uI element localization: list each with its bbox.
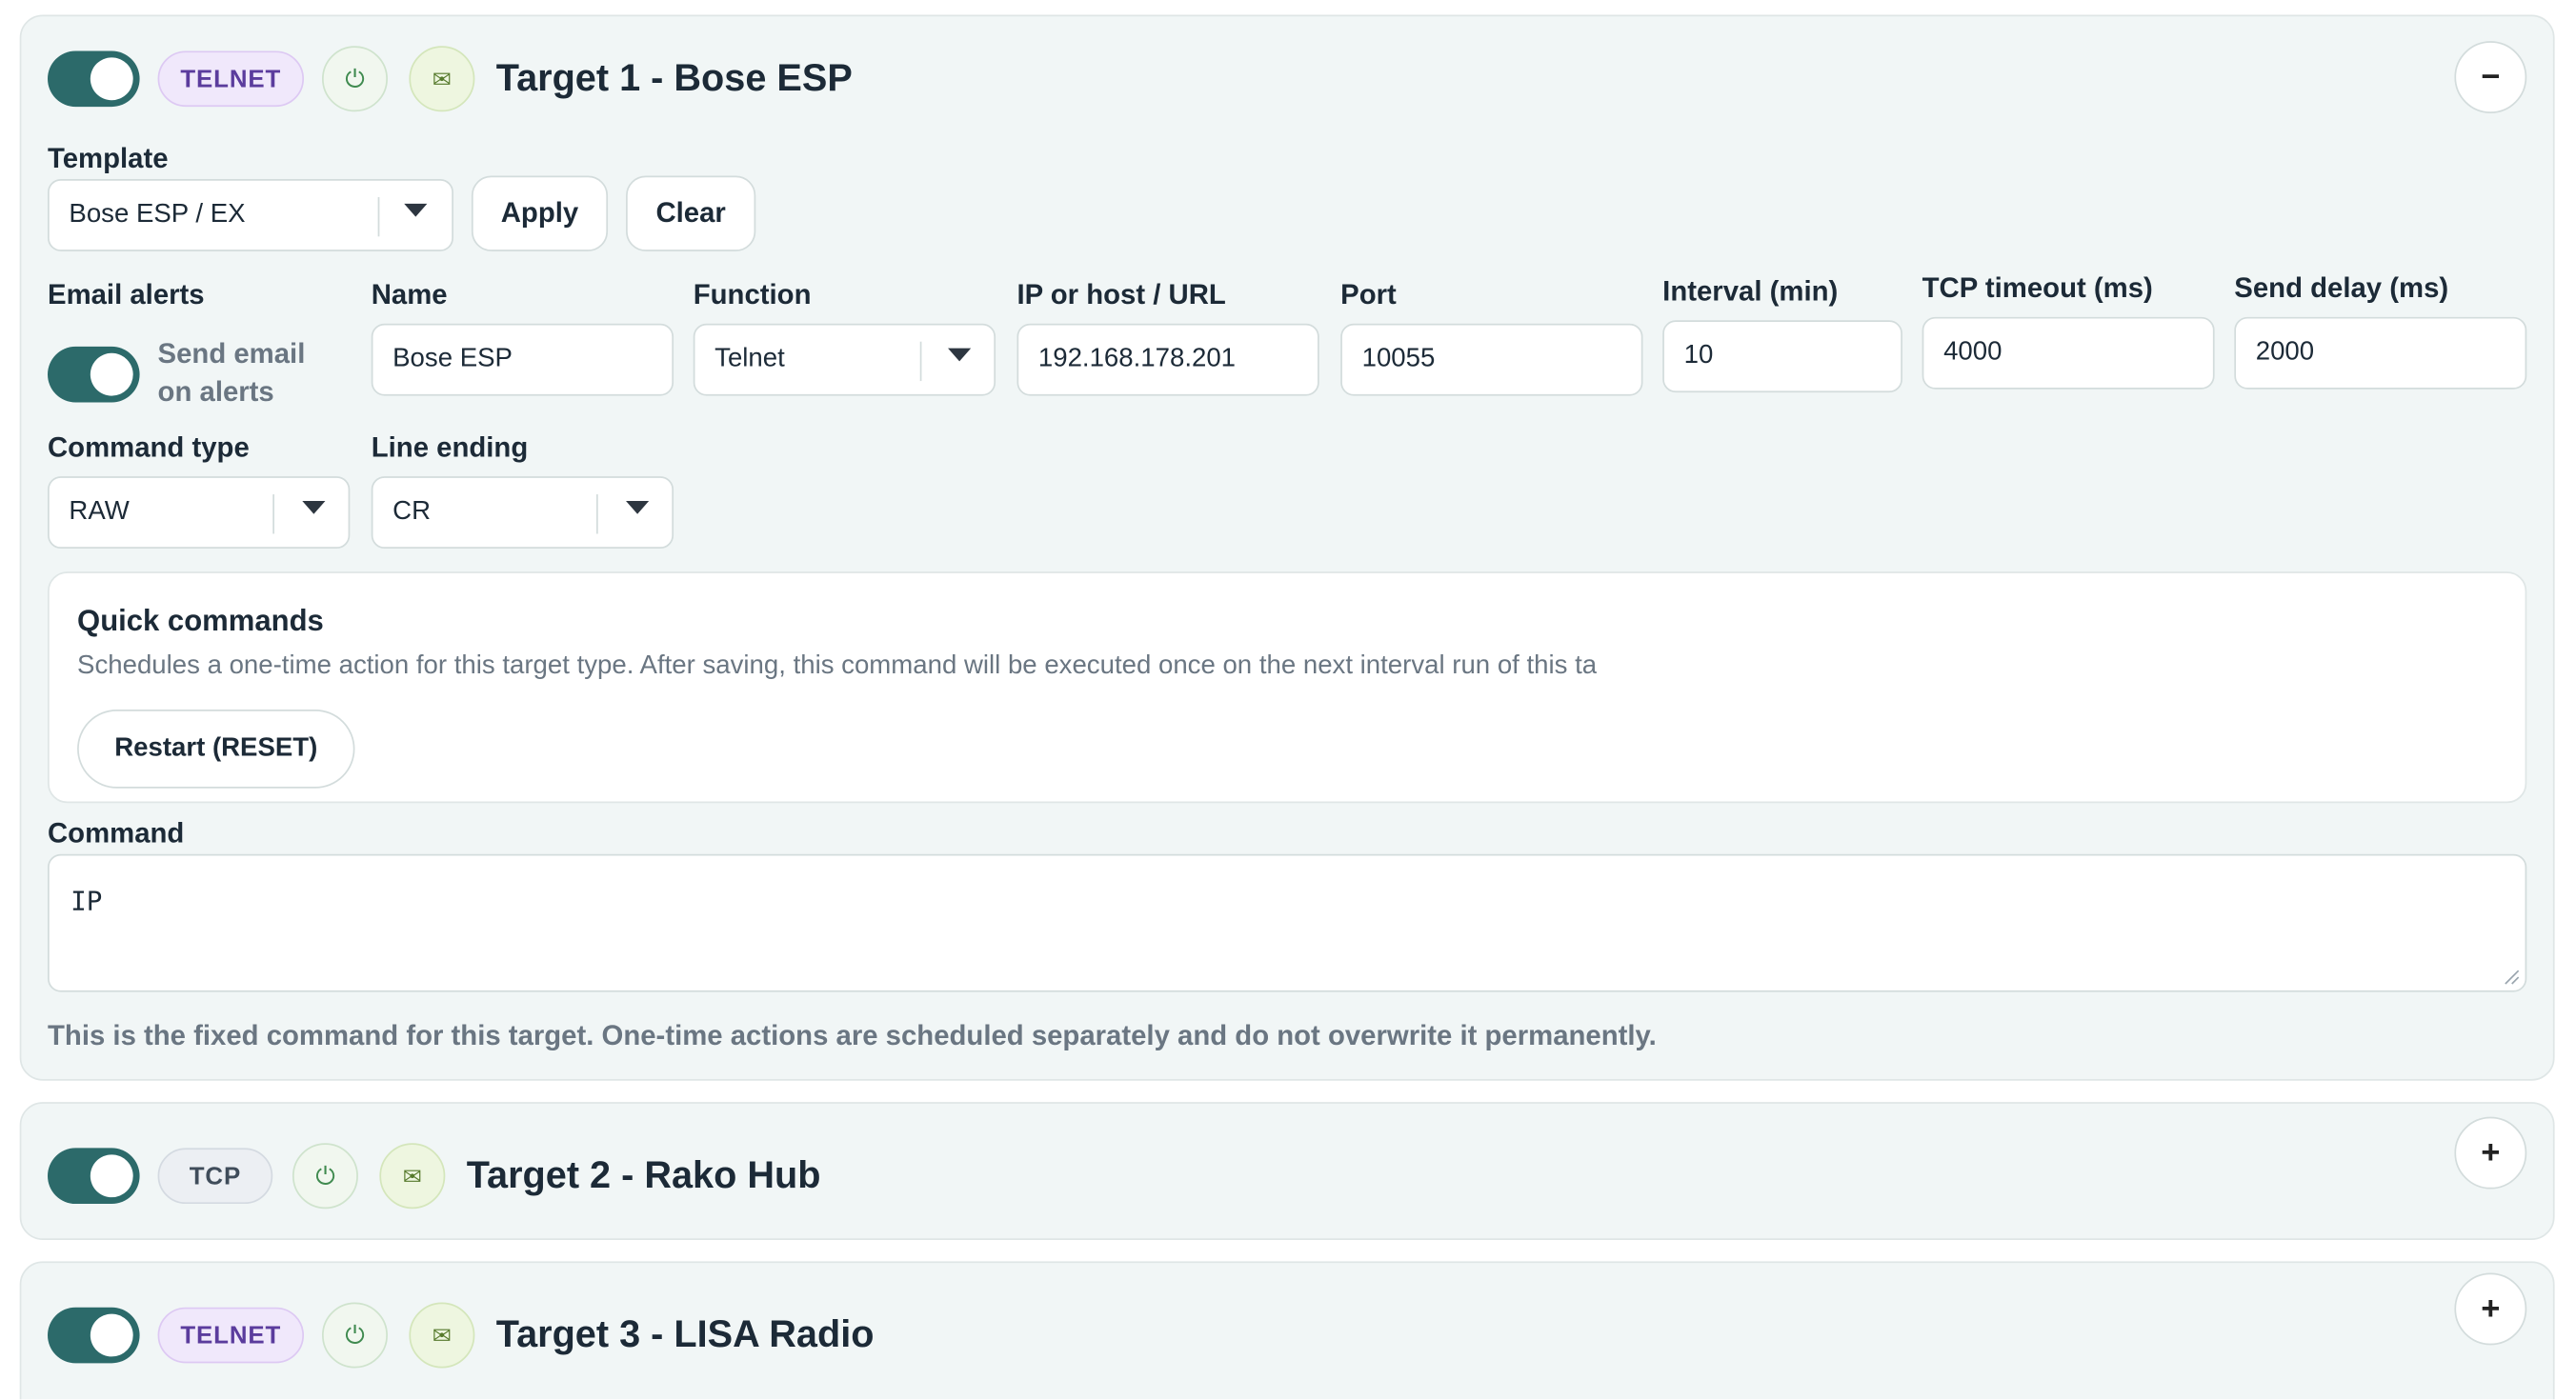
target-2-enable-toggle[interactable] [48, 1148, 140, 1205]
target-2-power-icon[interactable]: ⏻ [292, 1143, 358, 1210]
template-label: Template [48, 143, 169, 174]
resize-handle-icon[interactable] [2504, 969, 2520, 985]
interval-label: Interval (min) [1662, 275, 1839, 308]
select-separator [595, 494, 598, 534]
target-3-mail-icon[interactable]: ✉ [409, 1302, 475, 1369]
target-2-expand-button[interactable]: + [2454, 1116, 2527, 1190]
tcp-timeout-label: TCP timeout (ms) [1922, 272, 2153, 305]
target-3-protocol-badge: TELNET [157, 1307, 305, 1364]
name-field[interactable]: Bose ESP [371, 323, 674, 396]
ip-label: IP or host / URL [1016, 279, 1226, 310]
chevron-down-icon [948, 348, 972, 362]
target-2-protocol-badge: TCP [157, 1148, 273, 1205]
target-2-title: Target 2 - Rako Hub [466, 1152, 821, 1196]
email-alerts-label: Email alerts [48, 279, 205, 310]
restart-reset-button[interactable]: Restart (RESET) [77, 709, 355, 789]
quick-commands-panel [48, 571, 2527, 804]
function-label: Function [693, 279, 812, 310]
send-email-text-2: on alerts [157, 375, 274, 408]
function-select-value: Telnet [714, 345, 785, 373]
target-1-mail-icon[interactable]: ✉ [409, 46, 475, 112]
template-select[interactable]: Bose ESP / EX [48, 178, 453, 251]
function-select[interactable]: Telnet [693, 323, 996, 396]
ip-field[interactable]: 192.168.178.201 [1016, 323, 1319, 396]
apply-button[interactable]: Apply [471, 175, 609, 251]
target-1-power-icon[interactable]: ⏻ [322, 46, 388, 112]
target-1-title: Target 1 - Bose ESP [495, 55, 853, 99]
line-ending-select[interactable]: CR [371, 476, 674, 549]
target-card-3 [19, 1261, 2555, 1400]
tcp-timeout-field[interactable]: 4000 [1922, 316, 2215, 390]
template-select-value: Bose ESP / EX [69, 200, 246, 229]
command-type-select[interactable]: RAW [48, 476, 351, 549]
select-separator [919, 341, 922, 382]
target-3-power-icon[interactable]: ⏻ [322, 1302, 388, 1369]
command-label: Command [48, 817, 185, 850]
select-separator [377, 196, 380, 237]
target-2-mail-icon[interactable]: ✉ [379, 1143, 446, 1210]
port-label: Port [1340, 279, 1397, 310]
send-delay-field[interactable]: 2000 [2234, 316, 2527, 390]
send-email-text-1: Send email [157, 338, 306, 370]
send-delay-label: Send delay (ms) [2234, 272, 2449, 305]
select-separator [272, 494, 274, 534]
interval-field[interactable]: 10 [1662, 320, 1902, 393]
line-ending-value: CR [392, 497, 432, 526]
command-type-label: Command type [48, 431, 250, 464]
command-hint: This is the fixed command for this targe… [48, 1019, 1657, 1051]
target-1-collapse-button[interactable]: − [2454, 41, 2527, 113]
chevron-down-icon [626, 500, 650, 514]
clear-button[interactable]: Clear [626, 175, 756, 251]
chevron-down-icon [404, 203, 428, 217]
command-textarea-value: IP [70, 885, 103, 917]
target-3-enable-toggle[interactable] [48, 1307, 140, 1364]
chevron-down-icon [302, 500, 326, 514]
port-field[interactable]: 10055 [1340, 323, 1643, 396]
email-alerts-toggle[interactable] [48, 346, 140, 403]
target-1-enable-toggle[interactable] [48, 50, 140, 108]
quick-commands-description: Schedules a one-time action for this tar… [77, 651, 1598, 680]
target-3-expand-button[interactable]: + [2454, 1272, 2527, 1346]
command-textarea[interactable]: IP [48, 853, 2527, 992]
target-1-protocol-badge: TELNET [157, 50, 305, 108]
name-label: Name [371, 279, 448, 310]
command-type-value: RAW [69, 497, 130, 526]
line-ending-label: Line ending [371, 431, 529, 464]
quick-commands-title: Quick commands [77, 604, 324, 638]
target-3-title: Target 3 - LISA Radio [495, 1311, 875, 1355]
